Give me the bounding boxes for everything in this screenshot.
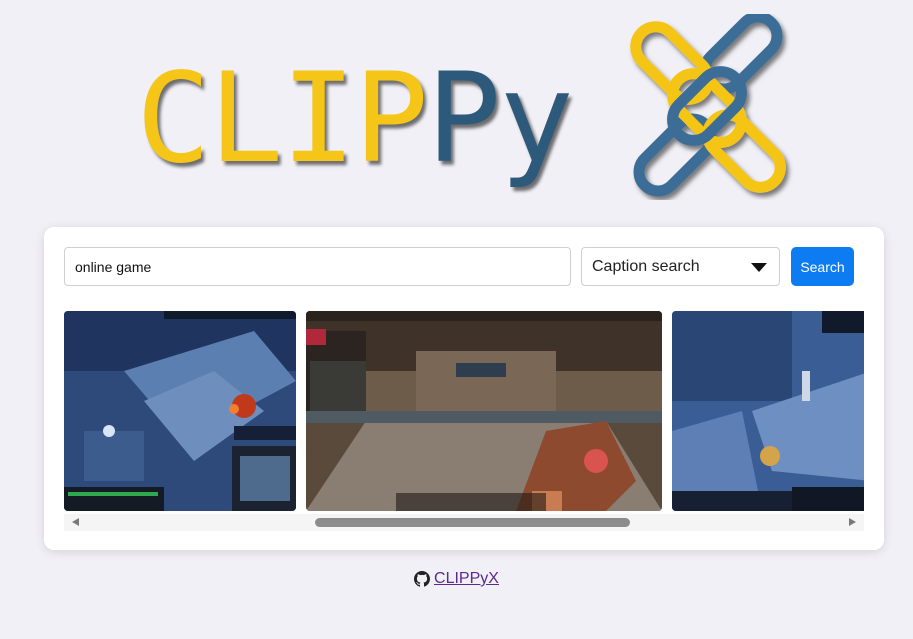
result-thumbnail-1[interactable]: [64, 311, 296, 511]
github-icon: [414, 571, 431, 587]
video-thumbnail-icon: [306, 311, 662, 511]
app-logo: CLIP Py: [130, 14, 790, 200]
chain-x-logo-icon: [630, 14, 786, 197]
video-thumbnail-icon: [64, 311, 296, 511]
logo-wordmark: CLIP Py: [136, 47, 574, 191]
search-mode-select[interactable]: Caption search: [581, 247, 780, 286]
scroll-right-arrow-icon[interactable]: [849, 518, 856, 526]
search-button[interactable]: Search: [791, 247, 854, 286]
result-thumbnail-3[interactable]: [672, 311, 864, 511]
search-input[interactable]: [64, 247, 571, 286]
search-mode-selected: Caption search: [592, 257, 700, 275]
results-horizontal-scrollbar[interactable]: [64, 514, 864, 531]
github-repo-link[interactable]: CLIPPyX: [434, 570, 499, 588]
results-strip[interactable]: [64, 311, 864, 511]
result-thumbnail-2[interactable]: [306, 311, 662, 511]
chevron-down-icon: [751, 263, 767, 272]
scroll-left-arrow-icon[interactable]: [72, 518, 79, 526]
video-thumbnail-icon: [672, 311, 864, 511]
footer: CLIPPyX: [0, 568, 913, 590]
search-card: Caption search Search: [44, 227, 884, 550]
logo-text-clip: CLIP: [136, 47, 429, 191]
logo-text-py: Py: [426, 47, 574, 191]
scrollbar-thumb[interactable]: [315, 518, 630, 527]
